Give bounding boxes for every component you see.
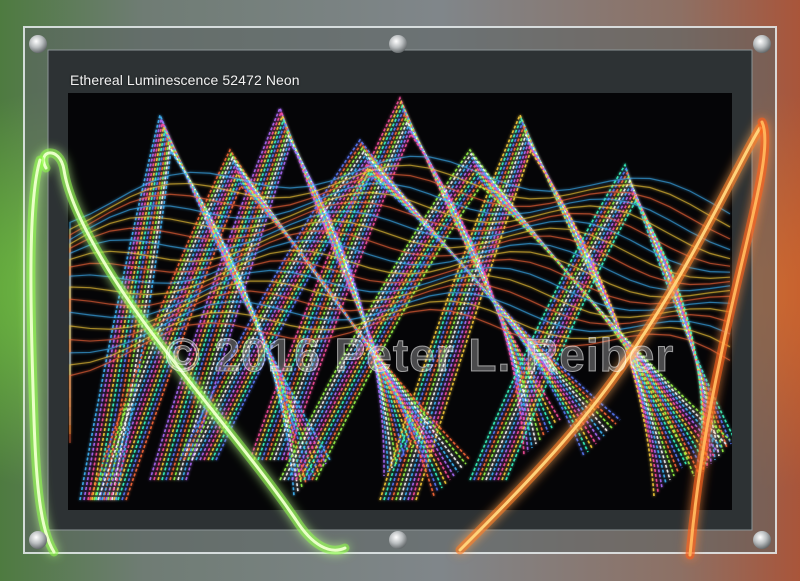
caption-title: Ethereal Luminescence 52472 Neon [70,72,300,88]
copyright-watermark: © 2016 Peter L. Reiber [165,329,675,382]
artwork-frame: Ethereal Luminescence 52472 Neon © 2016 … [0,0,800,581]
